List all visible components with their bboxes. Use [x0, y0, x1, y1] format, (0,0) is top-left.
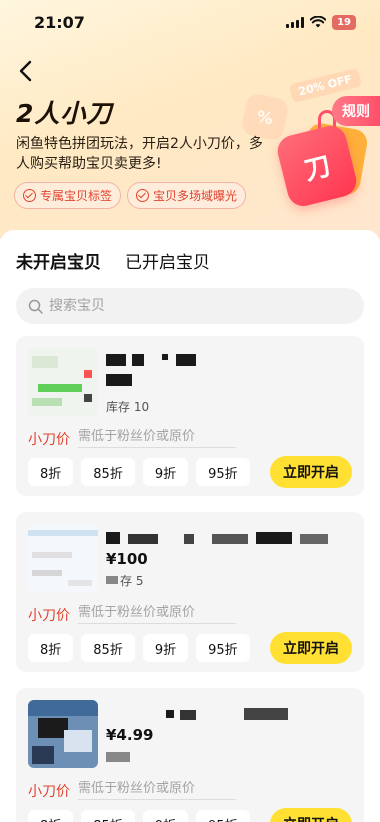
start-now-button[interactable]: 立即开启 [270, 456, 352, 488]
benefit-tag-label: 宝贝多场域曝光 [153, 189, 238, 203]
battery-indicator: 19 [332, 14, 356, 30]
knife-price-label: 小刀价 [28, 432, 70, 448]
discount-options: 8折 85折 9折 95折 [28, 810, 250, 822]
product-thumbnail [28, 524, 98, 592]
product-card: ¥100 存 5 小刀价 8折 85折 9折 95折 立即开启 [16, 512, 364, 672]
back-arrow-icon[interactable] [14, 58, 40, 84]
benefit-tags: 专属宝贝标签 宝贝多场域曝光 [14, 182, 247, 209]
cellular-signal-icon [286, 16, 305, 28]
discount-chip[interactable]: 9折 [142, 634, 189, 662]
product-price: ¥4.99 [106, 726, 154, 744]
discount-options: 8折 85折 9折 95折 [28, 458, 250, 486]
check-circle-icon [23, 189, 36, 202]
check-circle-icon [136, 189, 150, 202]
benefit-tag: 专属宝贝标签 [14, 182, 122, 209]
redacted-title [128, 534, 158, 544]
product-card: ¥4.99 小刀价 8折 85折 9折 95折 立即开启 [16, 688, 364, 822]
tab-bar: 未开启宝贝 已开启宝贝 [16, 248, 210, 273]
redacted-title [106, 532, 120, 544]
benefit-tag: 宝贝多场域曝光 [127, 182, 247, 209]
redacted-title [244, 708, 288, 720]
redacted-title [212, 534, 248, 544]
status-indicators: 19 [286, 14, 356, 30]
discount-chip[interactable]: 8折 [28, 810, 74, 822]
redacted-title [166, 710, 174, 718]
start-now-button[interactable]: 立即开启 [270, 808, 352, 822]
product-price: ¥100 [106, 550, 148, 568]
discount-chip[interactable]: 8折 [28, 458, 74, 486]
status-time: 21:07 [34, 12, 85, 32]
redacted-label [106, 576, 118, 584]
redacted-title [184, 534, 194, 544]
benefit-tag-label: 专属宝贝标签 [40, 189, 113, 203]
search-icon [28, 299, 43, 314]
discount-chip[interactable]: 85折 [81, 458, 135, 486]
redacted-title [162, 354, 168, 360]
knife-price-input[interactable] [78, 429, 236, 448]
redacted-title [176, 354, 196, 366]
product-stock: 库存 10 [106, 400, 150, 414]
discount-chip[interactable]: 95折 [196, 458, 250, 486]
knife-price-input[interactable] [78, 605, 236, 624]
product-thumbnail [28, 348, 98, 416]
redacted-price [106, 374, 132, 386]
start-now-button[interactable]: 立即开启 [270, 632, 352, 664]
discount-chip[interactable]: 8折 [28, 634, 74, 662]
search-input[interactable] [49, 298, 349, 314]
discount-chip[interactable]: 85折 [81, 810, 135, 822]
product-thumbnail [28, 700, 98, 768]
page-title: 2人小刀 [16, 99, 113, 128]
rules-button[interactable]: 规则 [332, 96, 380, 126]
discount-options: 8折 85折 9折 95折 [28, 634, 250, 662]
tab-started[interactable]: 已开启宝贝 [125, 248, 210, 273]
redacted-label [106, 752, 130, 762]
discount-chip[interactable]: 95折 [196, 634, 250, 662]
redacted-title [300, 534, 328, 544]
search-bar[interactable] [16, 288, 364, 324]
knife-price-label: 小刀价 [28, 784, 70, 800]
knife-price-input[interactable] [78, 781, 236, 800]
main-panel: 未开启宝贝 已开启宝贝 库存 10 小刀价 8折 85折 9折 95折 [0, 230, 380, 822]
tab-not-started[interactable]: 未开启宝贝 [16, 248, 101, 273]
status-bar: 21:07 19 [0, 0, 380, 44]
page-description: 闲鱼特色拼团玩法，开启2人小刀价，多人购买帮助宝贝卖更多! [16, 136, 263, 172]
knife-price-label: 小刀价 [28, 608, 70, 624]
discount-chip[interactable]: 9折 [142, 458, 189, 486]
discount-chip[interactable]: 95折 [196, 810, 250, 822]
redacted-title [180, 710, 196, 720]
product-stock: 存 5 [120, 574, 144, 588]
discount-chip[interactable]: 85折 [81, 634, 135, 662]
redacted-title [256, 532, 292, 544]
product-card: 库存 10 小刀价 8折 85折 9折 95折 立即开启 [16, 336, 364, 496]
discount-chip[interactable]: 9折 [142, 810, 189, 822]
redacted-title [132, 354, 144, 366]
redacted-title [106, 354, 126, 366]
wifi-icon [310, 16, 327, 28]
